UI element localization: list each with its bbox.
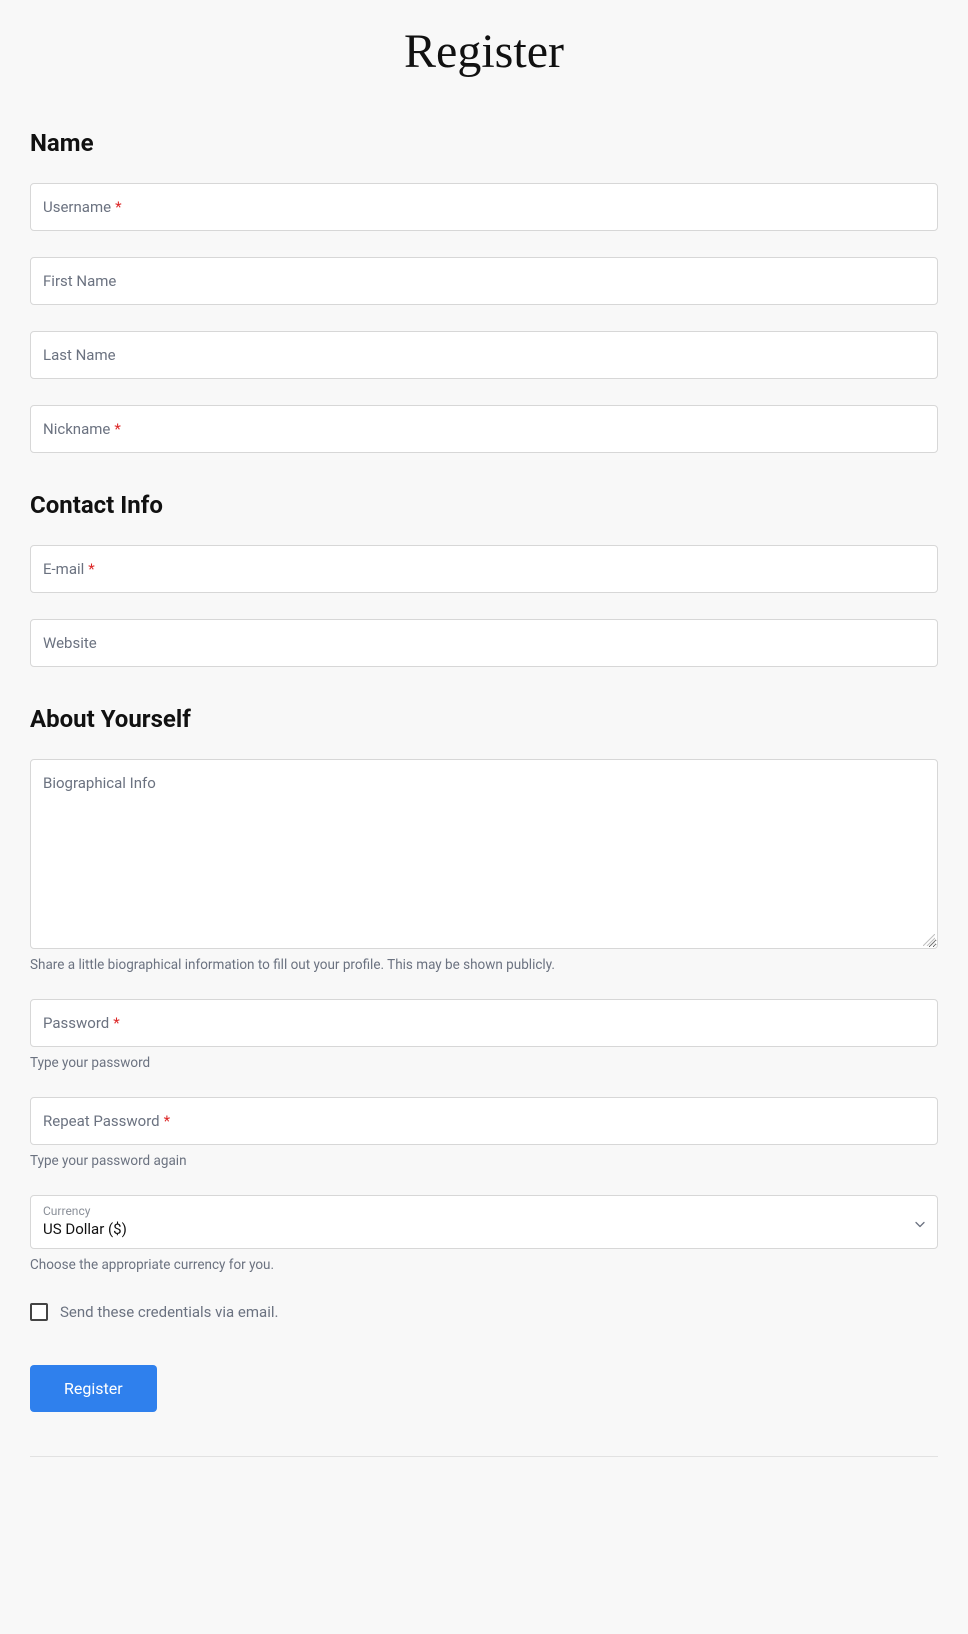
username-label: Username [43, 198, 111, 216]
required-star: * [164, 1112, 170, 1130]
last-name-field[interactable]: Last Name [30, 331, 938, 379]
password-help: Type your password [30, 1055, 938, 1071]
repeat-password-help: Type your password again [30, 1153, 938, 1169]
currency-select[interactable]: Currency US Dollar ($) [30, 1195, 938, 1249]
repeat-password-label: Repeat Password [43, 1112, 160, 1130]
register-button[interactable]: Register [30, 1365, 157, 1412]
required-star: * [115, 198, 121, 216]
chevron-down-icon [915, 1213, 925, 1232]
currency-small-label: Currency [43, 1204, 925, 1218]
password-field[interactable]: Password * [30, 999, 938, 1047]
section-about-heading: About Yourself [30, 705, 938, 733]
required-star: * [113, 1014, 119, 1032]
send-credentials-checkbox[interactable] [30, 1303, 48, 1321]
password-label: Password [43, 1014, 109, 1032]
bio-label: Biographical Info [43, 774, 156, 792]
page-title: Register [0, 0, 968, 91]
required-star: * [88, 560, 94, 578]
email-field[interactable]: E-mail * [30, 545, 938, 593]
nickname-label: Nickname [43, 420, 110, 438]
website-field[interactable]: Website [30, 619, 938, 667]
bio-help: Share a little biographical information … [30, 957, 938, 973]
first-name-label: First Name [43, 272, 116, 290]
last-name-label: Last Name [43, 346, 116, 364]
email-label: E-mail [43, 560, 84, 578]
send-credentials-label: Send these credentials via email. [60, 1303, 278, 1321]
section-name-heading: Name [30, 129, 938, 157]
resize-handle-icon [923, 934, 935, 946]
required-star: * [114, 420, 120, 438]
section-contact-heading: Contact Info [30, 491, 938, 519]
first-name-field[interactable]: First Name [30, 257, 938, 305]
currency-value: US Dollar ($) [43, 1220, 925, 1238]
username-field[interactable]: Username * [30, 183, 938, 231]
website-label: Website [43, 634, 97, 652]
bio-field[interactable]: Biographical Info [30, 759, 938, 949]
currency-help: Choose the appropriate currency for you. [30, 1257, 938, 1273]
register-form: Name Username * First Name Last Name Nic… [0, 129, 968, 1487]
repeat-password-field[interactable]: Repeat Password * [30, 1097, 938, 1145]
divider [30, 1456, 938, 1457]
nickname-field[interactable]: Nickname * [30, 405, 938, 453]
